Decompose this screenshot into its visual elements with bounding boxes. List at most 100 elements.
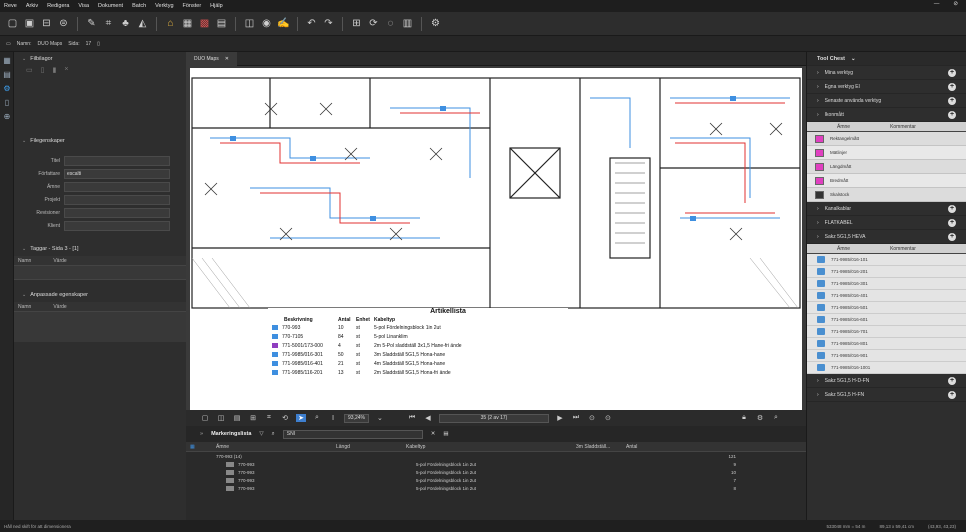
column-header[interactable]: 3m Sladdställ... bbox=[576, 444, 626, 450]
bookmarks-icon[interactable]: ▯ bbox=[2, 98, 12, 108]
search-icon[interactable]: ⌕ bbox=[771, 414, 781, 422]
part-item[interactable]: 771-9985/016-501 bbox=[807, 302, 966, 314]
column-header[interactable]: Längd bbox=[336, 444, 406, 450]
single-page-icon[interactable]: ▢ bbox=[200, 414, 210, 422]
prop-input[interactable]: escalti bbox=[64, 168, 170, 179]
add-attachment-icon[interactable]: ▭ bbox=[26, 66, 33, 80]
search-icon[interactable]: ⌕ bbox=[272, 431, 275, 438]
grid-icon[interactable]: ▦ bbox=[181, 17, 194, 30]
last-page-icon[interactable]: ⏭ bbox=[571, 414, 581, 422]
custom-properties-section[interactable]: ⌄ Anpassade egenskaper bbox=[14, 288, 186, 302]
tool-set-section[interactable]: › FLATKABEL + bbox=[807, 216, 966, 230]
drawing-canvas[interactable]: Artikellista Beskrivning Antal Enhet Kab… bbox=[190, 68, 802, 410]
page-icon[interactable]: ▯ bbox=[97, 41, 100, 47]
sync-icon[interactable]: ⟲ bbox=[280, 414, 290, 422]
column-icon[interactable]: ▥ bbox=[401, 17, 414, 30]
part-item[interactable]: 771-9985/016-401 bbox=[807, 290, 966, 302]
lock-icon[interactable]: ⌂ bbox=[164, 17, 177, 30]
column-header[interactable]: Kabeltyp bbox=[406, 444, 576, 450]
close-icon[interactable]: ✕ bbox=[431, 431, 436, 437]
tool-set-section[interactable]: › Senaste använda verktyg + bbox=[807, 94, 966, 108]
tool-set-section[interactable]: › Sakz 5G1,5 HEVA + bbox=[807, 230, 966, 244]
open-icon[interactable]: ▣ bbox=[23, 17, 36, 30]
pen-icon[interactable]: ✎ bbox=[85, 17, 98, 30]
part-item[interactable]: 771-9985/016-1001 bbox=[807, 362, 966, 374]
prop-input[interactable] bbox=[64, 207, 170, 218]
add-icon[interactable]: + bbox=[948, 69, 956, 77]
undo-icon[interactable]: ↶ bbox=[305, 17, 318, 30]
menu-item[interactable]: Verktyg bbox=[155, 3, 173, 9]
menu-item[interactable]: Visa bbox=[78, 3, 89, 9]
part-item[interactable]: 771-9985/016-901 bbox=[807, 350, 966, 362]
add-icon[interactable]: + bbox=[948, 111, 956, 119]
part-item[interactable]: 771-9985/016-201 bbox=[807, 266, 966, 278]
page-input[interactable]: 35 (2 av 17) bbox=[438, 413, 549, 423]
grid-view-icon[interactable]: ▤ bbox=[232, 414, 242, 422]
attachments-section[interactable]: ⌄ Filbilagor bbox=[14, 52, 186, 66]
menu-item[interactable]: Reve bbox=[4, 3, 17, 9]
links-icon[interactable]: ⊕ bbox=[2, 112, 12, 122]
back-icon[interactable]: ⊙ bbox=[587, 414, 597, 422]
menu-item[interactable]: Batch bbox=[132, 3, 146, 9]
tool-set-section[interactable]: › Sakz 5G1,5 H-D-FN + bbox=[807, 374, 966, 388]
save-icon[interactable]: ⊟ bbox=[40, 17, 53, 30]
previous-page-icon[interactable]: ◀ bbox=[423, 414, 433, 422]
column-header[interactable]: Antal bbox=[626, 444, 637, 450]
properties-icon[interactable]: ⚙ bbox=[2, 84, 12, 94]
compare-icon[interactable]: ▩ bbox=[198, 17, 211, 30]
sync-icon[interactable]: ⟳ bbox=[367, 17, 380, 30]
print-icon[interactable]: ⊜ bbox=[57, 17, 70, 30]
document-tab[interactable]: DUO Maps ✕ bbox=[186, 51, 237, 66]
settings-icon[interactable]: ⚙ bbox=[755, 414, 765, 422]
zoom-tool-icon[interactable]: ⌕ bbox=[312, 414, 322, 422]
text-select-icon[interactable]: Ⅰ bbox=[328, 414, 338, 422]
prop-input[interactable] bbox=[64, 181, 170, 192]
view-toggle-icon[interactable]: ▦ bbox=[186, 444, 216, 450]
copy-icon[interactable]: ▯ bbox=[41, 66, 45, 80]
filter-icon[interactable]: ▽ bbox=[259, 431, 263, 437]
measure-icon[interactable]: ◉ bbox=[260, 17, 273, 30]
tool-item[interactable]: Bredmått bbox=[807, 174, 966, 188]
prop-input[interactable] bbox=[64, 220, 170, 231]
lock-icon[interactable]: 🔒︎ bbox=[739, 414, 749, 422]
prop-input[interactable] bbox=[64, 155, 170, 166]
add-icon[interactable]: + bbox=[948, 97, 956, 105]
new-document-icon[interactable]: ▢ bbox=[6, 17, 19, 30]
tool-set-section[interactable]: › Kanalkablar + bbox=[807, 202, 966, 216]
add-icon[interactable]: + bbox=[948, 219, 956, 227]
zoom-input[interactable]: 93,24% bbox=[344, 413, 369, 423]
expand-icon[interactable]: » bbox=[200, 431, 203, 437]
tool-set-section[interactable]: › Egna verktyg El + bbox=[807, 80, 966, 94]
markup-search-input[interactable]: SNI bbox=[282, 429, 423, 439]
table-row[interactable]: 770-993 5-pol Fördelningsblock 1in 2ut 8 bbox=[186, 484, 806, 492]
thumbnails-icon[interactable]: ▦ bbox=[2, 56, 12, 66]
table-row[interactable]: 770-993 5-pol Fördelningsblock 1in 2ut 9 bbox=[186, 460, 806, 468]
shape-icon[interactable]: ◭ bbox=[136, 17, 149, 30]
part-item[interactable]: 771-9985/016-801 bbox=[807, 338, 966, 350]
forward-icon[interactable]: ⊙ bbox=[603, 414, 613, 422]
next-page-icon[interactable]: ▶ bbox=[555, 414, 565, 422]
menu-item[interactable]: Redigera bbox=[47, 3, 69, 9]
menu-item[interactable]: Arkiv bbox=[26, 3, 38, 9]
crop-icon[interactable]: ⌗ bbox=[102, 17, 115, 30]
menu-item[interactable]: Fönster bbox=[183, 3, 202, 9]
add-icon[interactable]: + bbox=[948, 377, 956, 385]
column-header[interactable]: Ämne bbox=[216, 444, 336, 450]
file-properties-section[interactable]: ⌄ Filegenskaper bbox=[14, 134, 186, 148]
rotate-icon[interactable]: ◌ bbox=[384, 17, 397, 30]
layers-icon[interactable]: ▤ bbox=[2, 70, 12, 80]
split-icon[interactable]: ⊞ bbox=[350, 17, 363, 30]
minimize-button[interactable]: — bbox=[934, 1, 940, 7]
close-icon[interactable]: ✕ bbox=[225, 56, 229, 62]
close-icon[interactable]: × bbox=[64, 66, 68, 80]
menu-item[interactable]: Dokument bbox=[98, 3, 123, 9]
group-row[interactable]: 770-993 (14) 121 bbox=[186, 452, 806, 460]
sign-icon[interactable]: ✍ bbox=[277, 17, 290, 30]
tool-item[interactable]: Rektangelmått bbox=[807, 132, 966, 146]
part-item[interactable]: 771-9985/016-601 bbox=[807, 314, 966, 326]
select-tool-icon[interactable]: ➤ bbox=[296, 414, 306, 422]
two-page-icon[interactable]: ◫ bbox=[216, 414, 226, 422]
menu-item[interactable]: Hjälp bbox=[210, 3, 223, 9]
redo-icon[interactable]: ↷ bbox=[322, 17, 335, 30]
add-icon[interactable]: + bbox=[948, 233, 956, 241]
